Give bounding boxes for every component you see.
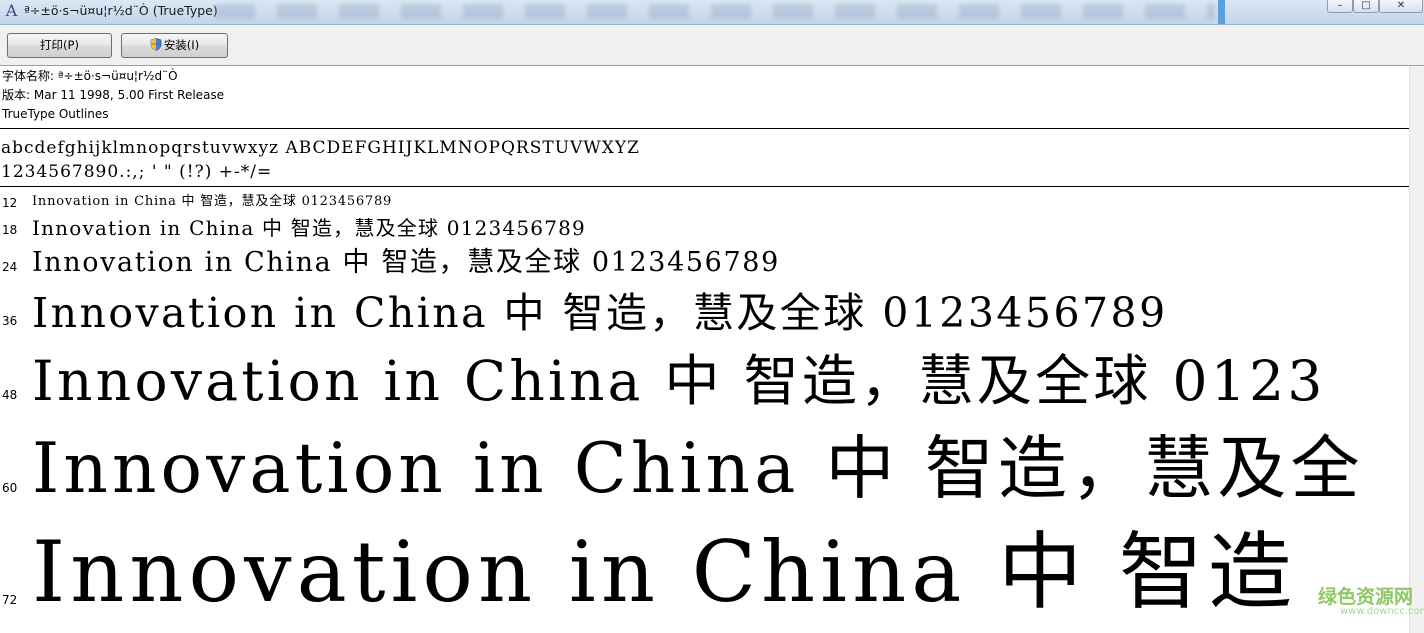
print-button[interactable]: 打印(P) [7,33,112,58]
watermark-url: www.downcc.com [1340,606,1424,617]
sample-size-label: 72 [2,593,18,607]
font-name-line: 字体名称: ª÷±ö·s¬ü¤u¦r½d¨Ò [2,69,178,83]
sample-text: Innovation in China 中 智造，慧及全球 0123 [32,349,1326,413]
install-button[interactable]: 安装(I) [121,33,228,58]
sample-size-label: 18 [2,223,18,237]
separator [0,128,1409,129]
vertical-scrollbar[interactable] [1409,66,1424,633]
font-outline-line: TrueType Outlines [2,107,109,121]
sample-text: Innovation in China 中 智造，慧及全球 0123456789 [32,194,393,209]
close-button[interactable]: ✕ [1379,0,1423,13]
sample-size-label: 60 [2,481,18,495]
charset-line-symbols: 1234567890.:,; ' " (!?) +-*/= [1,162,273,182]
sample-size-label: 12 [2,196,18,210]
font-preview-area: 字体名称: ª÷±ö·s¬ü¤u¦r½d¨Ò 版本: Mar 11 1998, … [0,66,1409,633]
sample-text: Innovation in China 中 智造，慧及全 [32,429,1364,509]
title-bar: A ª÷±ö·s¬ü¤u¦r½d¨Ò (TrueType) – □ ✕ [0,0,1424,25]
sample-text: Innovation in China 中 智造，慧及全球 0123456789 [32,216,586,240]
separator [0,186,1409,187]
sample-size-label: 36 [2,314,18,328]
maximize-button[interactable]: □ [1353,0,1379,13]
sample-size-label: 48 [2,388,18,402]
charset-line-letters: abcdefghijklmnopqrstuvwxyz ABCDEFGHIJKLM… [1,138,640,158]
font-viewer-icon: A [5,1,18,20]
sample-text: Innovation in China 中 智造，慧及全球 0123456789 [32,289,1168,337]
sample-text: Innovation in China 中 智造 [32,523,1297,621]
install-button-label: 安装(I) [163,38,200,52]
minimize-button[interactable]: – [1327,0,1353,13]
font-version-line: 版本: Mar 11 1998, 5.00 First Release [2,88,225,102]
window-title: ª÷±ö·s¬ü¤u¦r½d¨Ò (TrueType) [24,3,218,18]
toolbar: 打印(P) 安装(I) [0,25,1424,66]
sample-text: Innovation in China 中 智造，慧及全球 0123456789 [32,247,780,278]
print-button-label: 打印(P) [40,38,79,52]
uac-shield-icon [150,38,162,51]
title-accent-bar [1218,0,1225,24]
watermark-logo: 绿色资源网 [1318,586,1414,608]
sample-size-label: 24 [2,260,18,274]
blurred-taskbar-strip [215,4,1215,19]
